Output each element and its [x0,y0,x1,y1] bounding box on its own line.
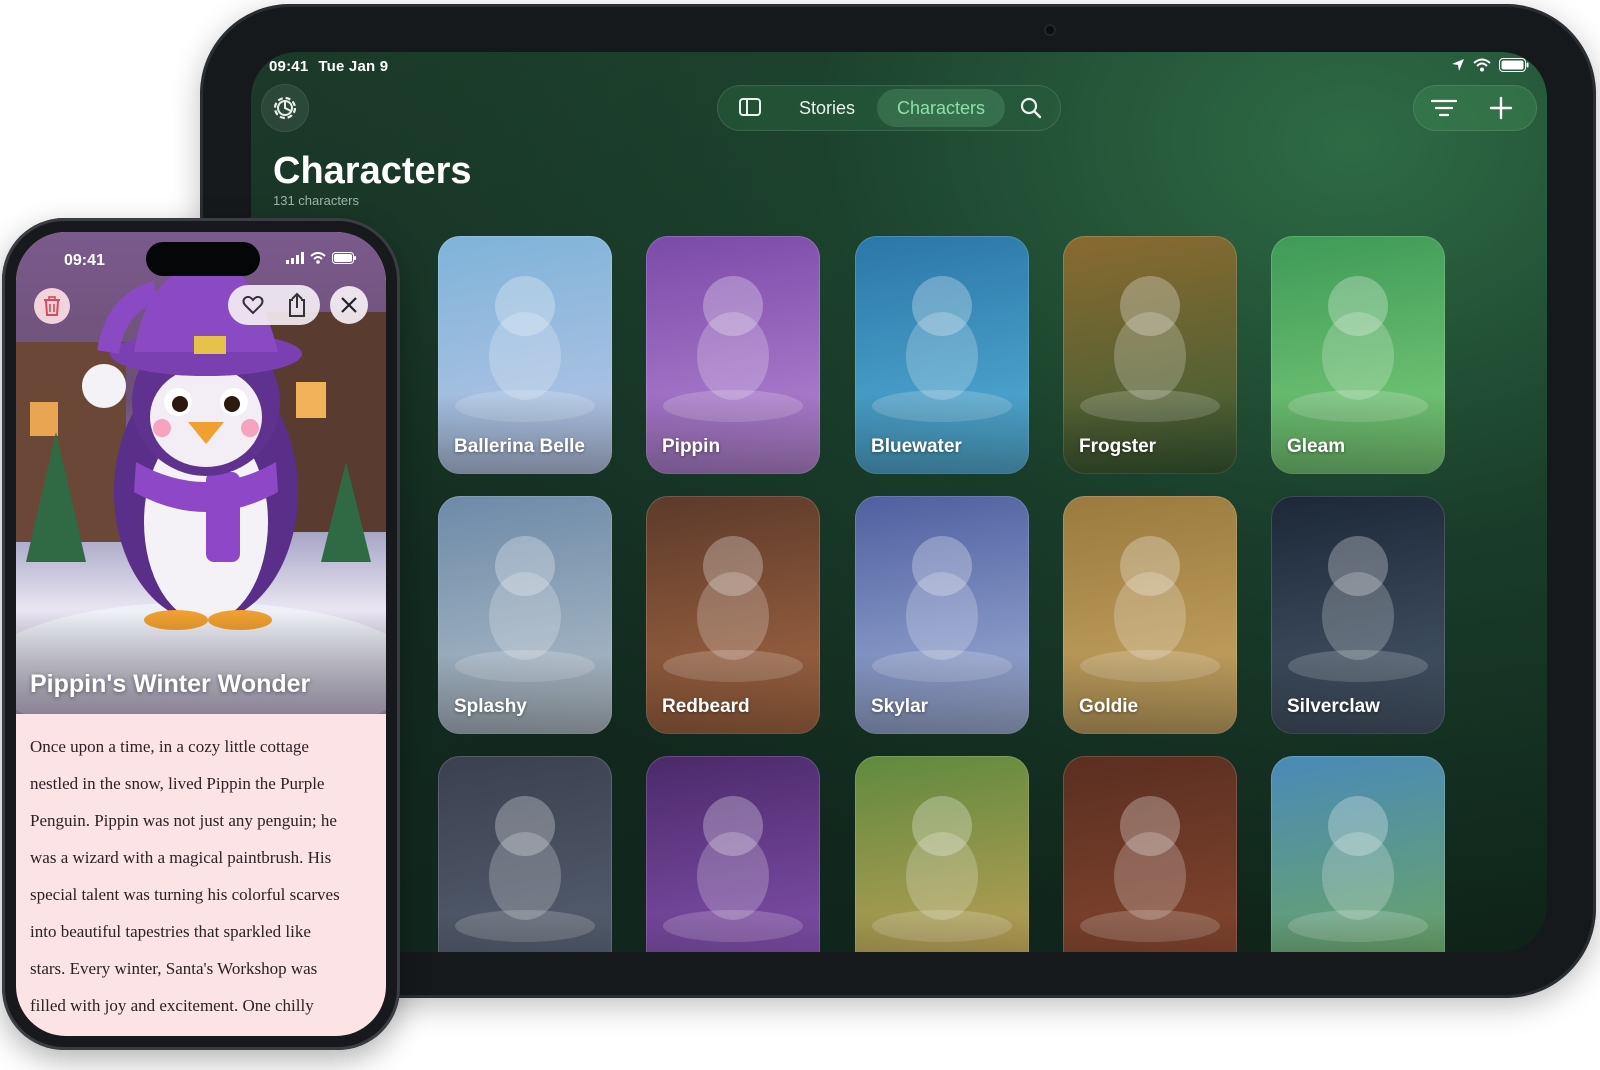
heart-icon[interactable] [242,294,264,316]
card-shade [438,914,612,952]
character-card[interactable]: Gleam [1271,236,1445,474]
ipad-camera [1046,26,1054,34]
character-name: Splashy [454,696,527,717]
ipad-status-icons [1451,58,1529,72]
ipad-screen: 09:41 Tue Jan 9 Stories Characters Charac… [251,52,1547,952]
ipad-device: 09:41 Tue Jan 9 Stories Characters Charac… [200,4,1596,998]
dynamic-island [146,242,260,276]
character-card[interactable]: Silverclaw [1271,496,1445,734]
gear-icon [273,96,297,120]
character-card[interactable] [1063,756,1237,952]
status-date: Tue Jan 9 [318,58,389,75]
settings-button[interactable] [261,84,309,132]
close-button[interactable] [330,286,368,324]
character-name: Gleam [1287,436,1346,457]
iphone-device: 09:41 Pippin's Winter Wonder Once upon a… [2,218,400,1050]
character-card[interactable] [646,756,820,952]
card-shade [1063,654,1237,734]
character-card[interactable]: Redbeard [646,496,820,734]
character-name: Goldie [1079,696,1139,717]
location-icon [1452,59,1464,71]
story-line: special talent was turning his colorful … [30,885,340,904]
card-shade [646,654,820,734]
card-shade [1271,914,1445,952]
search-icon[interactable] [1020,97,1042,119]
wifi-icon [310,252,326,264]
card-shade [438,654,612,734]
tab-stories[interactable]: Stories [799,94,855,122]
story-line: Once upon a time, in a cozy little cotta… [30,737,309,756]
card-shade [1063,914,1237,952]
card-shade [646,914,820,952]
character-card[interactable] [1271,756,1445,952]
status-time: 09:41 [269,58,309,75]
card-shade [1063,394,1237,474]
character-card[interactable]: Skylar [855,496,1029,734]
tab-characters[interactable]: Characters [877,89,1005,127]
character-name: Skylar [871,696,929,717]
plus-icon[interactable] [1489,96,1513,120]
character-name: Ballerina Belle [454,436,585,457]
character-card[interactable]: Ballerina Belle [438,236,612,474]
iphone-screen: 09:41 Pippin's Winter Wonder Once upon a… [16,232,386,1036]
character-name: Silverclaw [1287,696,1380,717]
card-shade [438,394,612,474]
iphone-status-icons [286,252,356,264]
story-text: Once upon a time, in a cozy little cotta… [30,728,370,1024]
character-card[interactable] [855,756,1029,952]
card-shade [855,654,1029,734]
toolbar-actions [1413,85,1537,131]
character-card[interactable]: Splashy [438,496,612,734]
page-title: Characters [273,150,472,192]
close-icon [341,297,357,313]
battery-icon [1499,58,1529,72]
story-line: stars. Every winter, Santa's Workshop wa… [30,959,318,978]
character-count: 131 characters [273,193,359,208]
card-shade [855,914,1029,952]
trash-icon [44,296,60,316]
character-card[interactable]: Bluewater [855,236,1029,474]
iphone-status-time: 09:41 [64,252,105,269]
character-card[interactable]: Goldie [1063,496,1237,734]
character-card[interactable]: Pippin [646,236,820,474]
story-actions [228,285,320,325]
character-name: Bluewater [871,436,962,457]
card-shade [646,394,820,474]
card-shade [1271,394,1445,474]
ipad-status-bar: 09:41 Tue Jan 9 [269,58,388,75]
card-shade [855,394,1029,474]
story-line: nestled in the snow, lived Pippin the Pu… [30,774,325,793]
delete-button[interactable] [34,288,70,324]
card-shade [1271,654,1445,734]
battery-icon [332,252,356,264]
story-line: filled with joy and excitement. One chil… [30,996,314,1015]
signal-icon [286,252,304,264]
story-line: was a wizard with a magical paintbrush. … [30,848,332,867]
story-line: into beautiful tapestries that sparkled … [30,922,311,941]
sidebar-icon[interactable] [739,97,761,117]
wifi-icon [1473,58,1491,72]
story-title: Pippin's Winter Wonder [30,670,311,698]
character-name: Pippin [662,436,721,457]
character-name: Frogster [1079,436,1157,457]
section-switcher: Stories Characters [717,85,1061,131]
filter-icon[interactable] [1431,99,1457,117]
story-line: Penguin. Pippin was not just any penguin… [30,811,337,830]
character-card[interactable]: Frogster [1063,236,1237,474]
character-card[interactable] [438,756,612,952]
share-icon[interactable] [286,292,308,318]
character-name: Redbeard [662,696,750,717]
